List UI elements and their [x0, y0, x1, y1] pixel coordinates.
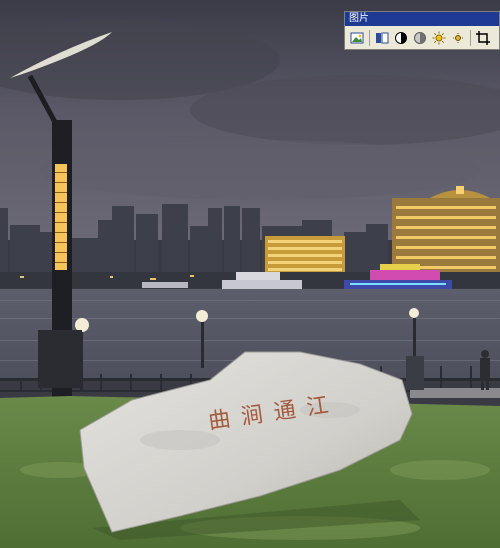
toolbar-separator — [369, 29, 370, 46]
less-brightness-button[interactable] — [449, 29, 467, 47]
less-contrast-button[interactable] — [411, 29, 429, 47]
color-button[interactable] — [373, 29, 391, 47]
lit-building-center — [265, 236, 345, 274]
more-contrast-button[interactable] — [392, 29, 410, 47]
toolbar-buttons — [345, 26, 499, 49]
riverside-photo — [0, 0, 500, 548]
cloud — [40, 140, 480, 200]
insert-picture-button[interactable] — [348, 29, 366, 47]
toolbar-separator — [470, 29, 471, 46]
picture-toolbar: 图片 — [344, 11, 500, 50]
more-brightness-icon — [432, 31, 446, 44]
more-brightness-button[interactable] — [430, 29, 448, 47]
less-contrast-icon — [414, 31, 426, 44]
crop-icon — [476, 30, 490, 45]
less-brightness-icon — [453, 32, 463, 43]
toolbar-title[interactable]: 图片 — [345, 12, 499, 26]
small-boat — [142, 282, 188, 288]
more-contrast-icon — [395, 31, 407, 44]
color-icon — [376, 32, 389, 43]
insert-picture-icon — [350, 32, 364, 43]
crop-button[interactable] — [474, 29, 492, 47]
